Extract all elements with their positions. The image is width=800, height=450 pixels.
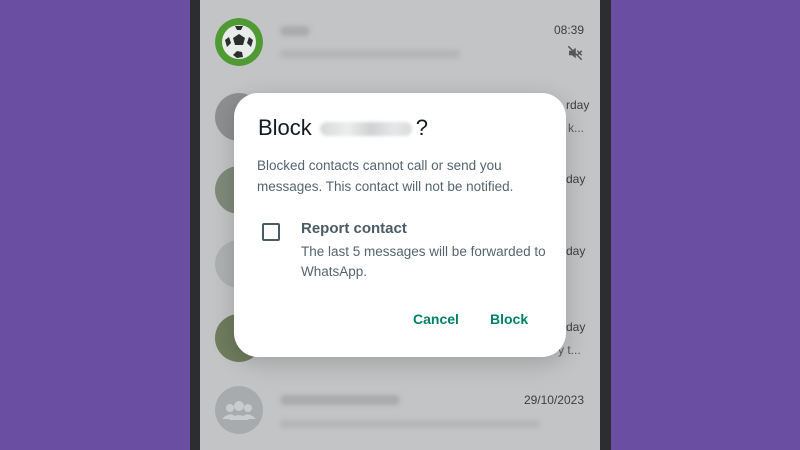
dialog-title: Block? [258,115,428,141]
chat-time: 08:39 [553,23,584,37]
chat-time: rday [566,98,590,112]
chat-row[interactable]: 29/10/2023 [200,370,600,450]
chat-preview [280,50,460,58]
chat-time: day [566,172,586,186]
chat-time: day [566,320,586,334]
chat-name [280,395,400,405]
dialog-title-suffix: ? [415,115,429,140]
group-icon [215,386,263,434]
redacted-contact-name [319,122,412,137]
chat-name [280,26,310,36]
cancel-button[interactable]: Cancel [413,311,459,327]
report-contact-checkbox[interactable] [262,223,280,241]
report-contact-label[interactable]: Report contact [301,220,407,237]
block-button[interactable]: Block [490,311,528,327]
block-contact-dialog: Block? Blocked contacts cannot call or s… [234,93,566,357]
chat-preview-tail: k... [568,121,585,135]
chat-row[interactable]: 08:39 [200,0,600,80]
report-contact-description: The last 5 messages will be forwarded to… [301,244,546,279]
dialog-title-prefix: Block [258,115,312,140]
muted-icon [567,45,583,61]
chat-time: 29/10/2023 [523,393,584,407]
chat-time: day [566,244,586,258]
soccer-ball-icon [215,18,263,66]
chat-preview [280,420,540,428]
dialog-message: Blocked contacts cannot call or send you… [257,158,514,194]
